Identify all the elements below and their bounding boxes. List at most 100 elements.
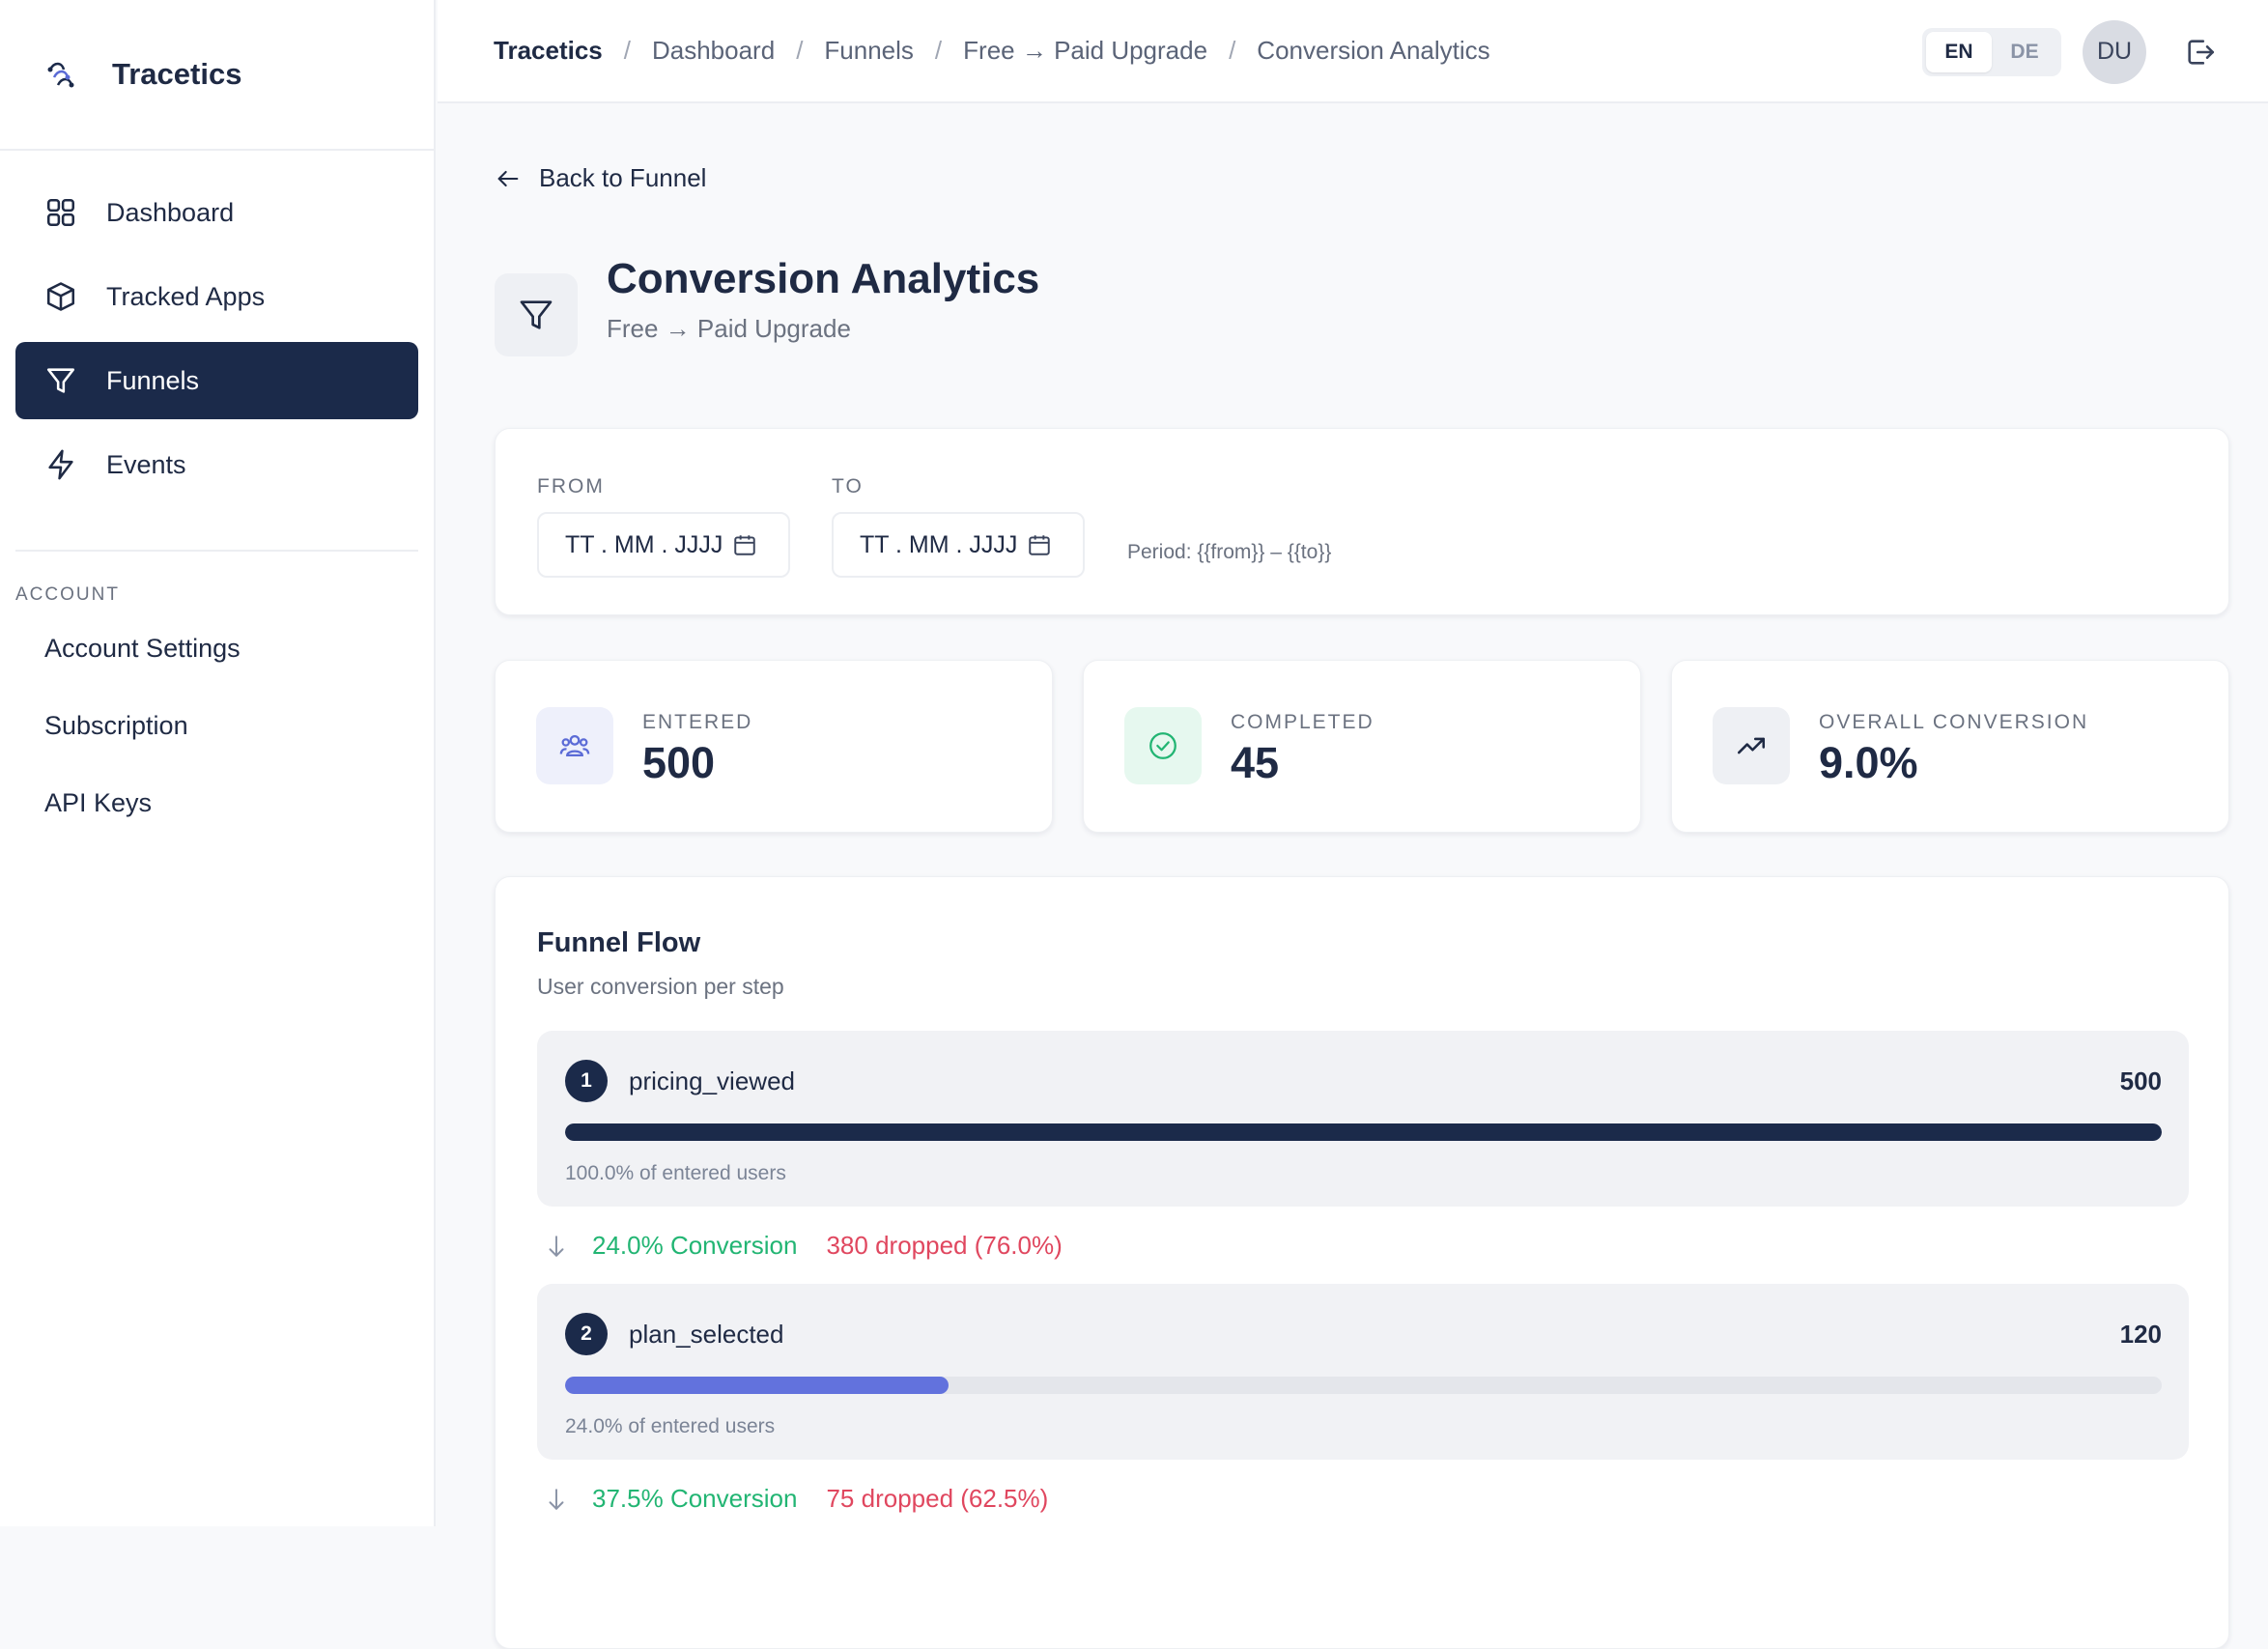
from-field: FROM TT . MM . JJJJ — [537, 475, 790, 578]
breadcrumb-separator: / — [624, 36, 631, 66]
language-option-en[interactable]: EN — [1926, 32, 1992, 72]
step-name: plan_selected — [629, 1320, 783, 1350]
to-date-placeholder: TT . MM . JJJJ — [860, 531, 1017, 559]
sidebar-item-label: Tracked Apps — [106, 282, 265, 312]
page-title: Conversion Analytics — [607, 250, 1039, 308]
funnel-step: 1 pricing_viewed 500 100.0% of entered u… — [537, 1031, 2189, 1207]
to-date-input[interactable]: TT . MM . JJJJ — [832, 512, 1085, 578]
sidebar-item-subscription[interactable]: Subscription — [0, 687, 434, 764]
grid-icon — [44, 196, 77, 229]
calendar-icon[interactable] — [1027, 532, 1052, 557]
from-date-input[interactable]: TT . MM . JJJJ — [537, 512, 790, 578]
funnel-flow-card: Funnel Flow User conversion per step 1 p… — [495, 876, 2229, 1649]
breadcrumb-item-dashboard[interactable]: Dashboard — [652, 36, 775, 66]
sidebar-item-label: Events — [106, 450, 186, 480]
sidebar-item-tracked-apps[interactable]: Tracked Apps — [15, 258, 418, 335]
arrow-left-icon — [495, 165, 522, 192]
dropped-count: 75 dropped (62.5%) — [826, 1484, 1048, 1514]
stat-label: ENTERED — [642, 711, 752, 734]
stat-icon-box — [1124, 707, 1202, 784]
step-number-badge: 1 — [565, 1060, 608, 1102]
bolt-icon — [44, 448, 77, 481]
breadcrumb: Tracetics / Dashboard / Funnels / Free →… — [494, 36, 1490, 66]
conversion-rate: 37.5% Conversion — [592, 1484, 797, 1514]
from-date-placeholder: TT . MM . JJJJ — [565, 531, 723, 559]
step-progress-fill — [565, 1377, 949, 1394]
stat-card-overall-conversion: OVERALL CONVERSION 9.0% — [1671, 660, 2229, 833]
breadcrumb-item-funnels[interactable]: Funnels — [824, 36, 914, 66]
breadcrumb-item-funnel[interactable]: Free → Paid Upgrade — [963, 36, 1207, 66]
logo-icon — [44, 58, 77, 91]
to-field: TO TT . MM . JJJJ — [832, 475, 1085, 578]
back-label: Back to Funnel — [539, 163, 706, 193]
step-percent-text: 24.0% of entered users — [565, 1415, 775, 1438]
breadcrumb-separator: / — [796, 36, 803, 66]
sidebar-item-funnels[interactable]: Funnels — [15, 342, 418, 419]
sidebar-item-api-keys[interactable]: API Keys — [0, 764, 434, 841]
from-label: FROM — [537, 475, 790, 498]
app-name: Tracetics — [112, 57, 241, 92]
step-count: 500 — [2120, 1066, 2162, 1096]
topbar: Tracetics / Dashboard / Funnels / Free →… — [438, 0, 2268, 103]
main-content: Back to Funnel Conversion Analytics Free… — [438, 103, 2268, 1526]
breadcrumb-item-home[interactable]: Tracetics — [494, 36, 603, 66]
sidebar-item-label: Dashboard — [106, 198, 234, 228]
brand[interactable]: Tracetics — [0, 0, 434, 151]
stat-card-completed: COMPLETED 45 — [1083, 660, 1641, 833]
page-subtitle: Free → Paid Upgrade — [607, 314, 1039, 344]
step-number-badge: 2 — [565, 1313, 608, 1355]
breadcrumb-separator: / — [1229, 36, 1235, 66]
check-circle-icon — [1147, 729, 1179, 762]
main-nav: Dashboard Tracked Apps Funnels Events — [0, 151, 434, 503]
stat-value: 9.0% — [1819, 738, 1918, 788]
sidebar-item-dashboard[interactable]: Dashboard — [15, 174, 418, 251]
arrow-down-icon — [544, 1234, 569, 1259]
page-icon — [495, 273, 578, 356]
box-icon — [44, 280, 77, 313]
topbar-actions: EN DE DU — [1922, 0, 2222, 103]
language-switcher: EN DE — [1922, 28, 2061, 76]
users-icon — [558, 729, 591, 762]
step-percent-text: 100.0% of entered users — [565, 1162, 786, 1185]
stat-icon-box — [536, 707, 613, 784]
sidebar-item-events[interactable]: Events — [15, 426, 418, 503]
back-to-funnel-link[interactable]: Back to Funnel — [495, 163, 706, 193]
calendar-icon[interactable] — [732, 532, 757, 557]
step-count: 120 — [2120, 1320, 2162, 1350]
stat-label: COMPLETED — [1231, 711, 1375, 734]
stat-value: 500 — [642, 738, 715, 788]
logout-button[interactable] — [2179, 31, 2222, 73]
funnel-icon — [517, 296, 555, 334]
to-label: TO — [832, 475, 1085, 498]
breadcrumb-separator: / — [935, 36, 942, 66]
step-transition: 24.0% Conversion 380 dropped (76.0%) — [544, 1231, 1063, 1261]
funnel-flow-subtitle: User conversion per step — [537, 974, 784, 1000]
account-section-label: ACCOUNT — [0, 552, 434, 606]
step-progress-track — [565, 1377, 2162, 1394]
dropped-count: 380 dropped (76.0%) — [826, 1231, 1062, 1261]
stat-icon-box — [1713, 707, 1790, 784]
breadcrumb-item-current: Conversion Analytics — [1257, 36, 1489, 66]
account-nav: Account Settings Subscription API Keys — [0, 610, 434, 841]
page-header: Conversion Analytics Free → Paid Upgrade — [495, 250, 1039, 356]
language-option-de[interactable]: DE — [1992, 32, 2057, 72]
step-transition: 37.5% Conversion 75 dropped (62.5%) — [544, 1484, 1048, 1514]
sidebar: Tracetics Dashboard Tracked Apps Funnels… — [0, 0, 436, 1526]
sidebar-item-account-settings[interactable]: Account Settings — [0, 610, 434, 687]
conversion-rate: 24.0% Conversion — [592, 1231, 797, 1261]
stat-card-entered: ENTERED 500 — [495, 660, 1053, 833]
step-name: pricing_viewed — [629, 1066, 795, 1096]
funnel-flow-title: Funnel Flow — [537, 927, 700, 959]
stat-value: 45 — [1231, 738, 1279, 788]
arrow-down-icon — [544, 1487, 569, 1512]
step-progress-fill — [565, 1123, 2162, 1141]
date-filter-card: FROM TT . MM . JJJJ TO TT . MM . JJJJ Pe… — [495, 428, 2229, 615]
step-progress-track — [565, 1123, 2162, 1141]
stat-label: OVERALL CONVERSION — [1819, 711, 2088, 734]
logout-icon — [2184, 36, 2217, 69]
period-text: Period: {{from}} – {{to}} — [1127, 541, 1331, 564]
trending-up-icon — [1735, 729, 1768, 762]
funnel-step: 2 plan_selected 120 24.0% of entered use… — [537, 1284, 2189, 1460]
sidebar-item-label: Funnels — [106, 366, 199, 396]
avatar[interactable]: DU — [2083, 20, 2146, 84]
